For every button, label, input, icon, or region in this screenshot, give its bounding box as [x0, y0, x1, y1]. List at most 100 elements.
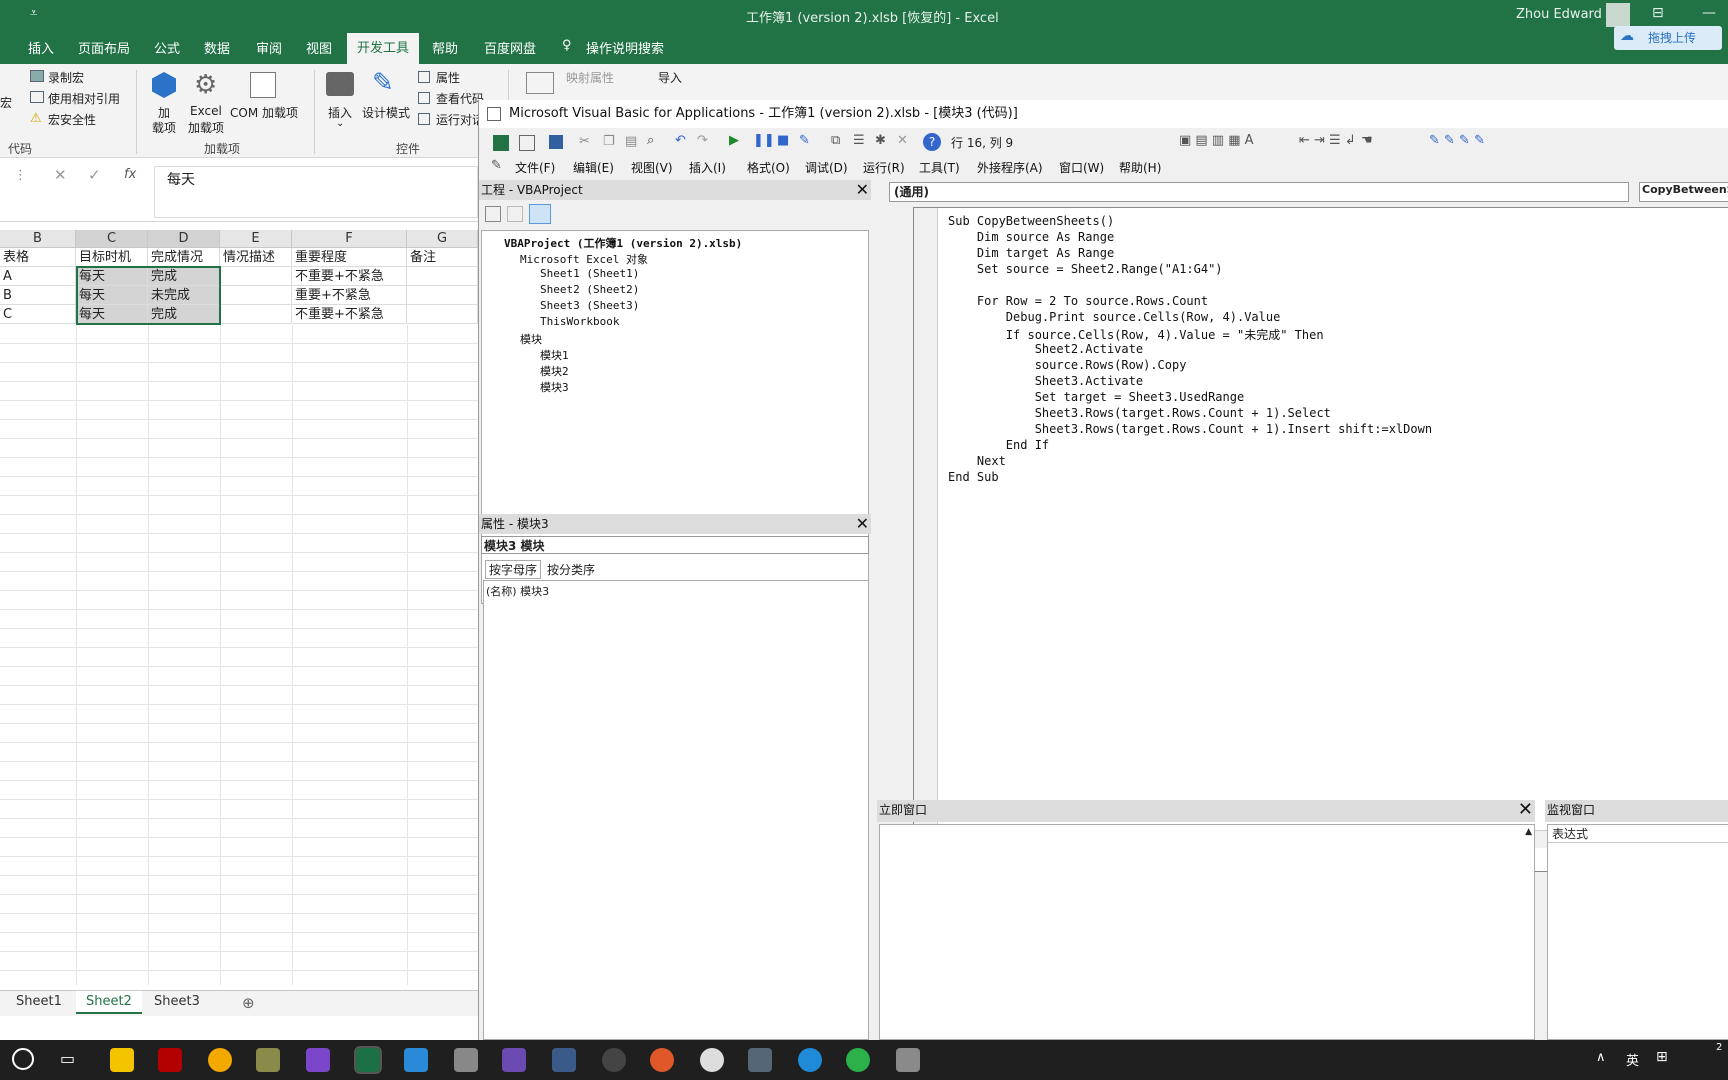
design-mode-button[interactable]: 设计模式 — [362, 104, 410, 121]
scroll-up-icon[interactable]: ▲ — [1525, 827, 1532, 837]
app-icon[interactable] — [552, 1048, 576, 1072]
column-header-g[interactable]: G — [407, 230, 478, 248]
menu-view[interactable]: 视图(V) — [631, 159, 673, 176]
header-cell[interactable]: 完成情况 — [148, 248, 220, 267]
view-code-button[interactable]: 查看代码 — [436, 90, 484, 107]
menu-insert[interactable]: 插入(I) — [689, 159, 726, 176]
close-icon[interactable]: ✕ — [856, 514, 869, 534]
menu-window[interactable]: 窗口(W) — [1059, 159, 1104, 176]
menu-run[interactable]: 运行(R) — [863, 159, 905, 176]
user-name[interactable]: Zhou Edward — [1516, 7, 1602, 22]
edit-toolbar-icons[interactable]: ▣ ▤ ▥ ▦ A — [1179, 133, 1254, 148]
table-cell[interactable] — [220, 286, 292, 305]
immediate-window[interactable]: ▲ — [879, 824, 1535, 1040]
menu-tools[interactable]: 工具(T) — [919, 159, 960, 176]
view-code-icon[interactable] — [485, 206, 501, 222]
excel-view-icon[interactable] — [493, 135, 509, 151]
table-cell[interactable]: 重要+不紧急 — [292, 286, 407, 305]
obs-icon[interactable] — [602, 1048, 626, 1072]
enter-icon[interactable]: ✓ — [88, 166, 101, 184]
table-cell[interactable]: 不重要+不紧急 — [292, 305, 407, 324]
add-sheet-icon[interactable]: ⊕ — [242, 994, 255, 1012]
table-cell[interactable]: 不重要+不紧急 — [292, 267, 407, 286]
object-combo[interactable]: (通用) — [889, 182, 1629, 202]
bookmark-icons[interactable]: ✎ ✎ ✎ ✎ — [1429, 133, 1485, 148]
object-browser-icon[interactable]: ✱ — [875, 133, 886, 148]
app-icon[interactable] — [454, 1048, 478, 1072]
header-cell[interactable]: 备注 — [407, 248, 478, 267]
code-line[interactable]: Sub CopyBetweenSheets() — [948, 214, 1114, 228]
ribbon-display-icon[interactable]: ⊟ — [1652, 5, 1664, 21]
copy-icon[interactable]: ❐ — [603, 134, 615, 149]
sheet-tab-3[interactable]: Sheet3 — [154, 994, 200, 1009]
formula-input[interactable]: 每天 — [154, 166, 478, 218]
tree-item-sheet2[interactable]: Sheet2 (Sheet2) — [540, 283, 639, 296]
visual-studio-icon[interactable] — [306, 1048, 330, 1072]
indent-icons[interactable]: ⇤ ⇥ ☰ ↲ — [1299, 133, 1356, 148]
search-icon[interactable] — [12, 1048, 34, 1070]
map-properties-button[interactable]: 映射属性 — [566, 69, 614, 86]
app-icon[interactable] — [896, 1048, 920, 1072]
file-explorer-icon[interactable] — [110, 1048, 134, 1072]
save-icon[interactable] — [549, 135, 563, 149]
filezilla-icon[interactable] — [158, 1048, 182, 1072]
menu-format[interactable]: 格式(O) — [747, 159, 790, 176]
tab-alphabetic[interactable]: 按字母序 — [485, 560, 542, 579]
procedure-combo[interactable]: CopyBetweenSheets — [1639, 182, 1728, 202]
tab-formulas[interactable]: 公式 — [154, 38, 180, 57]
view-object-icon[interactable] — [507, 206, 523, 222]
edge-icon[interactable] — [798, 1048, 822, 1072]
code-line[interactable]: Set source = Sheet2.Range("A1:G4") — [948, 262, 1223, 276]
sheet-tab-1[interactable]: Sheet1 — [16, 994, 62, 1009]
ime-indicator[interactable]: 英 — [1626, 1050, 1639, 1069]
task-view-icon[interactable]: ▭ — [60, 1049, 75, 1068]
menu-addins[interactable]: 外接程序(A) — [977, 159, 1043, 176]
record-macro-button[interactable]: 录制宏 — [48, 69, 84, 86]
sheet-tab-2[interactable]: Sheet2 — [76, 991, 142, 1014]
paste-icon[interactable]: ▤ — [625, 134, 637, 149]
undo-icon[interactable]: ↶ — [675, 133, 686, 148]
column-header-d[interactable]: D — [148, 230, 220, 248]
break-icon[interactable]: ❚❚ — [753, 133, 775, 148]
code-line[interactable]: If source.Cells(Row, 4).Value = "未完成" Th… — [948, 326, 1324, 343]
code-line[interactable]: Dim source As Range — [948, 230, 1114, 244]
tree-item-sheet1[interactable]: Sheet1 (Sheet1) — [540, 267, 639, 280]
excel-addins-line2[interactable]: 加载项 — [188, 119, 224, 136]
properties-button[interactable]: 属性 — [436, 69, 460, 86]
column-header-e[interactable]: E — [220, 230, 292, 248]
header-cell[interactable]: 情况描述 — [220, 248, 292, 267]
vba-menu-icon[interactable]: ✎ — [491, 158, 502, 173]
avatar[interactable] — [1606, 3, 1630, 27]
tab-data[interactable]: 数据 — [204, 38, 230, 57]
watch-window[interactable]: 表达式 — [1547, 824, 1728, 1040]
tab-developer[interactable]: 开发工具 — [347, 33, 419, 64]
chat-icon[interactable] — [700, 1048, 724, 1072]
code-editor[interactable]: Sub CopyBetweenSheets() Dim source As Ra… — [913, 207, 1728, 872]
tree-item-module3[interactable]: 模块3 — [540, 379, 569, 395]
properties-object-select[interactable]: 模块3 模块 — [481, 536, 869, 554]
minimize-icon[interactable]: — — [1702, 5, 1716, 21]
property-name-row[interactable]: (名称) 模块3 — [486, 583, 549, 599]
chevron-up-icon[interactable]: ∧ — [1596, 1050, 1606, 1065]
code-line[interactable]: Sheet3.Activate — [948, 374, 1143, 388]
app-icon[interactable] — [650, 1048, 674, 1072]
tree-item-project[interactable]: VBAProject (工作簿1 (version 2).xlsb) — [504, 235, 742, 251]
code-line[interactable]: End Sub — [948, 470, 999, 484]
table-cell[interactable] — [220, 305, 292, 324]
excel-addins-button[interactable]: Excel — [190, 104, 222, 118]
table-cell[interactable] — [220, 267, 292, 286]
code-line[interactable]: Dim target As Range — [948, 246, 1114, 260]
tree-item-modules[interactable]: 模块 — [520, 331, 542, 347]
clock[interactable]: 2 — [1716, 1042, 1722, 1053]
tab-view[interactable]: 视图 — [306, 38, 332, 57]
tree-item-thisworkbook[interactable]: ThisWorkbook — [540, 315, 619, 328]
cancel-icon[interactable]: ✕ — [54, 166, 67, 184]
tree-item-module2[interactable]: 模块2 — [540, 363, 569, 379]
tab-baidu[interactable]: 百度网盘 — [484, 38, 536, 57]
table-cell[interactable]: B — [0, 286, 76, 305]
tab-help[interactable]: 帮助 — [432, 38, 458, 57]
tree-item-module1[interactable]: 模块1 — [540, 347, 569, 363]
code-line[interactable]: For Row = 2 To source.Rows.Count — [948, 294, 1208, 308]
column-header-c[interactable]: C — [76, 230, 148, 248]
code-line[interactable]: End If — [948, 438, 1049, 452]
